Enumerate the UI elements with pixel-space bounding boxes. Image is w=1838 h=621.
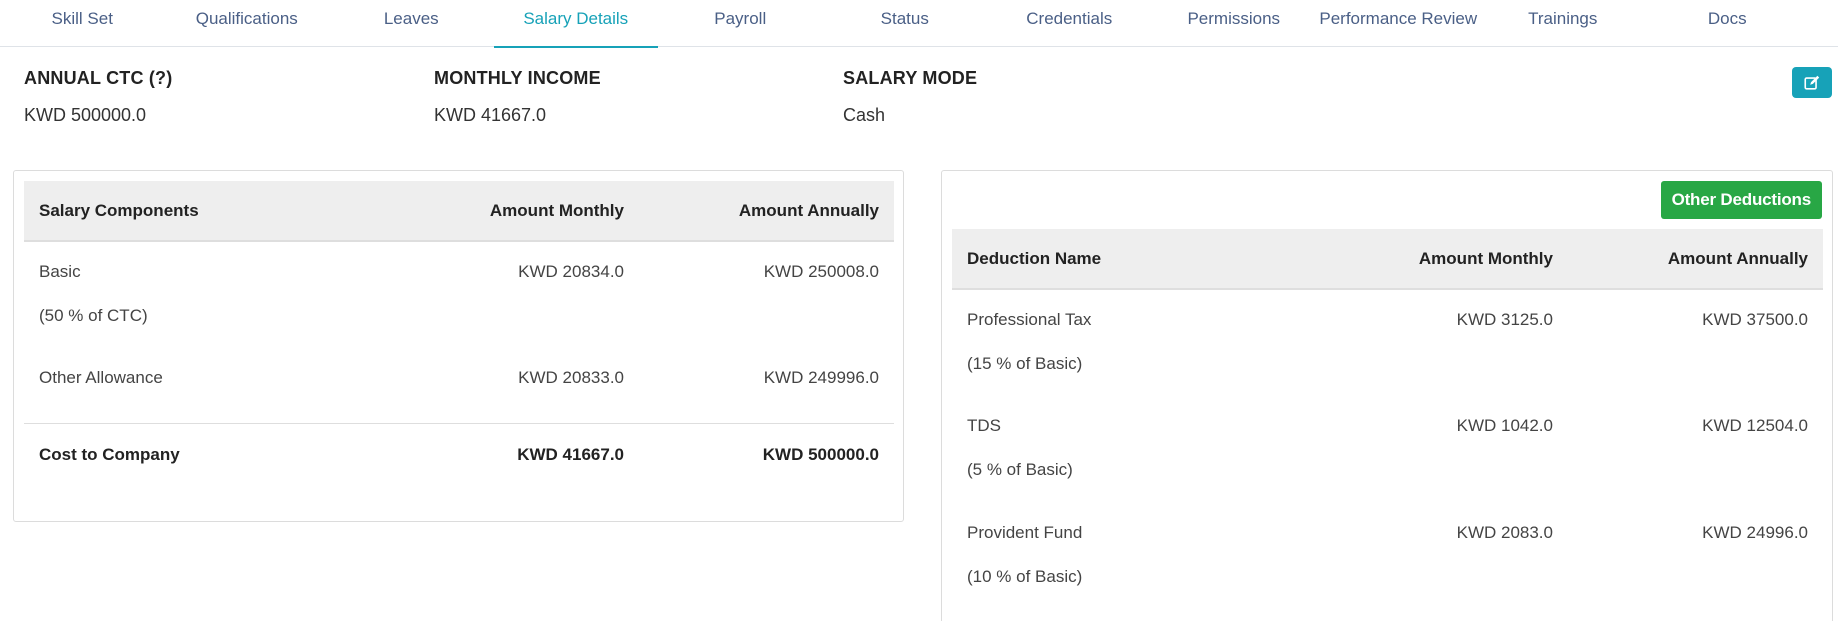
table-header-row: Salary Components Amount Monthly Amount … bbox=[24, 181, 894, 242]
deductions-panel: Other Deductions Deduction Name Amount M… bbox=[941, 170, 1833, 621]
salary-summary: ANNUAL CTC (?) KWD 500000.0 MONTHLY INCO… bbox=[0, 68, 1838, 148]
component-name: Basic bbox=[39, 262, 81, 281]
tab-leaves[interactable]: Leaves bbox=[329, 0, 494, 47]
tab-payroll[interactable]: Payroll bbox=[658, 0, 823, 47]
total-row: Cost to Company KWD 41667.0 KWD 500000.0 bbox=[24, 422, 894, 487]
annual-ctc-block: ANNUAL CTC (?) KWD 500000.0 bbox=[24, 68, 172, 126]
column-header: Salary Components bbox=[24, 181, 384, 242]
amount-monthly: KWD 2083.0 bbox=[1456, 523, 1553, 542]
amount-monthly: KWD 3125.0 bbox=[1456, 310, 1553, 329]
amount-annually: KWD 12504.0 bbox=[1702, 416, 1808, 435]
salary-mode-block: SALARY MODE Cash bbox=[843, 68, 977, 126]
column-header: Deduction Name bbox=[952, 229, 1312, 290]
tab-docs[interactable]: Docs bbox=[1645, 0, 1810, 47]
column-header: Amount Annually bbox=[1568, 229, 1823, 290]
deductions-table: Deduction Name Amount Monthly Amount Ann… bbox=[952, 229, 1823, 610]
deduction-cell: TDS (5 % of Basic) bbox=[952, 396, 1312, 503]
salary-components-panel: Salary Components Amount Monthly Amount … bbox=[13, 170, 904, 522]
tab-credentials[interactable]: Credentials bbox=[987, 0, 1152, 47]
amount-annually: KWD 249996.0 bbox=[763, 368, 879, 387]
monthly-income-block: MONTHLY INCOME KWD 41667.0 bbox=[434, 68, 601, 126]
total-label: Cost to Company bbox=[24, 422, 384, 487]
annual-ctc-value: KWD 500000.0 bbox=[24, 105, 147, 125]
edit-button[interactable] bbox=[1792, 67, 1832, 98]
amount-annually: KWD 37500.0 bbox=[1702, 310, 1808, 329]
amount-annually: KWD 250008.0 bbox=[763, 262, 879, 281]
salary-mode-value: Cash bbox=[843, 105, 886, 125]
deduction-cell: Professional Tax (15 % of Basic) bbox=[952, 289, 1312, 396]
tab-permissions[interactable]: Permissions bbox=[1152, 0, 1317, 47]
amount-monthly: KWD 20833.0 bbox=[518, 368, 624, 387]
annual-ctc-label: ANNUAL CTC (?) bbox=[24, 68, 173, 88]
monthly-income-value: KWD 41667.0 bbox=[434, 105, 547, 125]
amount-monthly: KWD 1042.0 bbox=[1456, 416, 1553, 435]
tab-trainings[interactable]: Trainings bbox=[1481, 0, 1646, 47]
table-row: Provident Fund (10 % of Basic) KWD 2083.… bbox=[952, 503, 1823, 610]
column-header: Amount Annually bbox=[639, 181, 894, 242]
other-deductions-button[interactable]: Other Deductions bbox=[1660, 181, 1822, 219]
amount-annually: KWD 24996.0 bbox=[1702, 523, 1808, 542]
table-row: Professional Tax (15 % of Basic) KWD 312… bbox=[952, 289, 1823, 396]
tab-status[interactable]: Status bbox=[823, 0, 988, 47]
tab-salary-details[interactable]: Salary Details bbox=[493, 0, 659, 48]
total-monthly: KWD 41667.0 bbox=[384, 422, 639, 487]
deduction-percentage: (10 % of Basic) bbox=[967, 567, 1083, 586]
monthly-income-label: MONTHLY INCOME bbox=[434, 68, 601, 88]
tab-performance-review[interactable]: Performance Review bbox=[1316, 0, 1481, 47]
table-header-row: Deduction Name Amount Monthly Amount Ann… bbox=[952, 229, 1823, 290]
deduction-percentage: (15 % of Basic) bbox=[967, 354, 1083, 373]
table-row: Other Allowance KWD 20833.0 KWD 249996.0 bbox=[24, 348, 894, 423]
component-cell: Basic (50 % of CTC) bbox=[24, 241, 384, 348]
tab-bar: Skill Set Qualifications Leaves Salary D… bbox=[0, 0, 1838, 48]
deduction-percentage: (5 % of Basic) bbox=[967, 460, 1073, 479]
component-percentage: (50 % of CTC) bbox=[39, 306, 148, 325]
table-row: Basic (50 % of CTC) KWD 20834.0 KWD 2500… bbox=[24, 241, 894, 348]
salary-components-table: Salary Components Amount Monthly Amount … bbox=[24, 181, 894, 487]
component-cell: Other Allowance bbox=[24, 348, 384, 423]
tab-skill-set[interactable]: Skill Set bbox=[0, 0, 165, 47]
total-annually: KWD 500000.0 bbox=[639, 422, 894, 487]
deduction-name: Provident Fund bbox=[967, 523, 1083, 542]
salary-mode-label: SALARY MODE bbox=[843, 68, 978, 88]
table-row: TDS (5 % of Basic) KWD 1042.0 KWD 12504.… bbox=[952, 396, 1823, 503]
column-header: Amount Monthly bbox=[384, 181, 639, 242]
tab-qualifications[interactable]: Qualifications bbox=[165, 0, 330, 47]
edit-icon bbox=[1804, 75, 1820, 90]
deduction-cell: Provident Fund (10 % of Basic) bbox=[952, 503, 1312, 610]
component-name: Other Allowance bbox=[39, 368, 163, 387]
column-header: Amount Monthly bbox=[1312, 229, 1568, 290]
deduction-name: TDS bbox=[967, 416, 1001, 435]
deduction-name: Professional Tax bbox=[967, 310, 1092, 329]
amount-monthly: KWD 20834.0 bbox=[518, 262, 624, 281]
